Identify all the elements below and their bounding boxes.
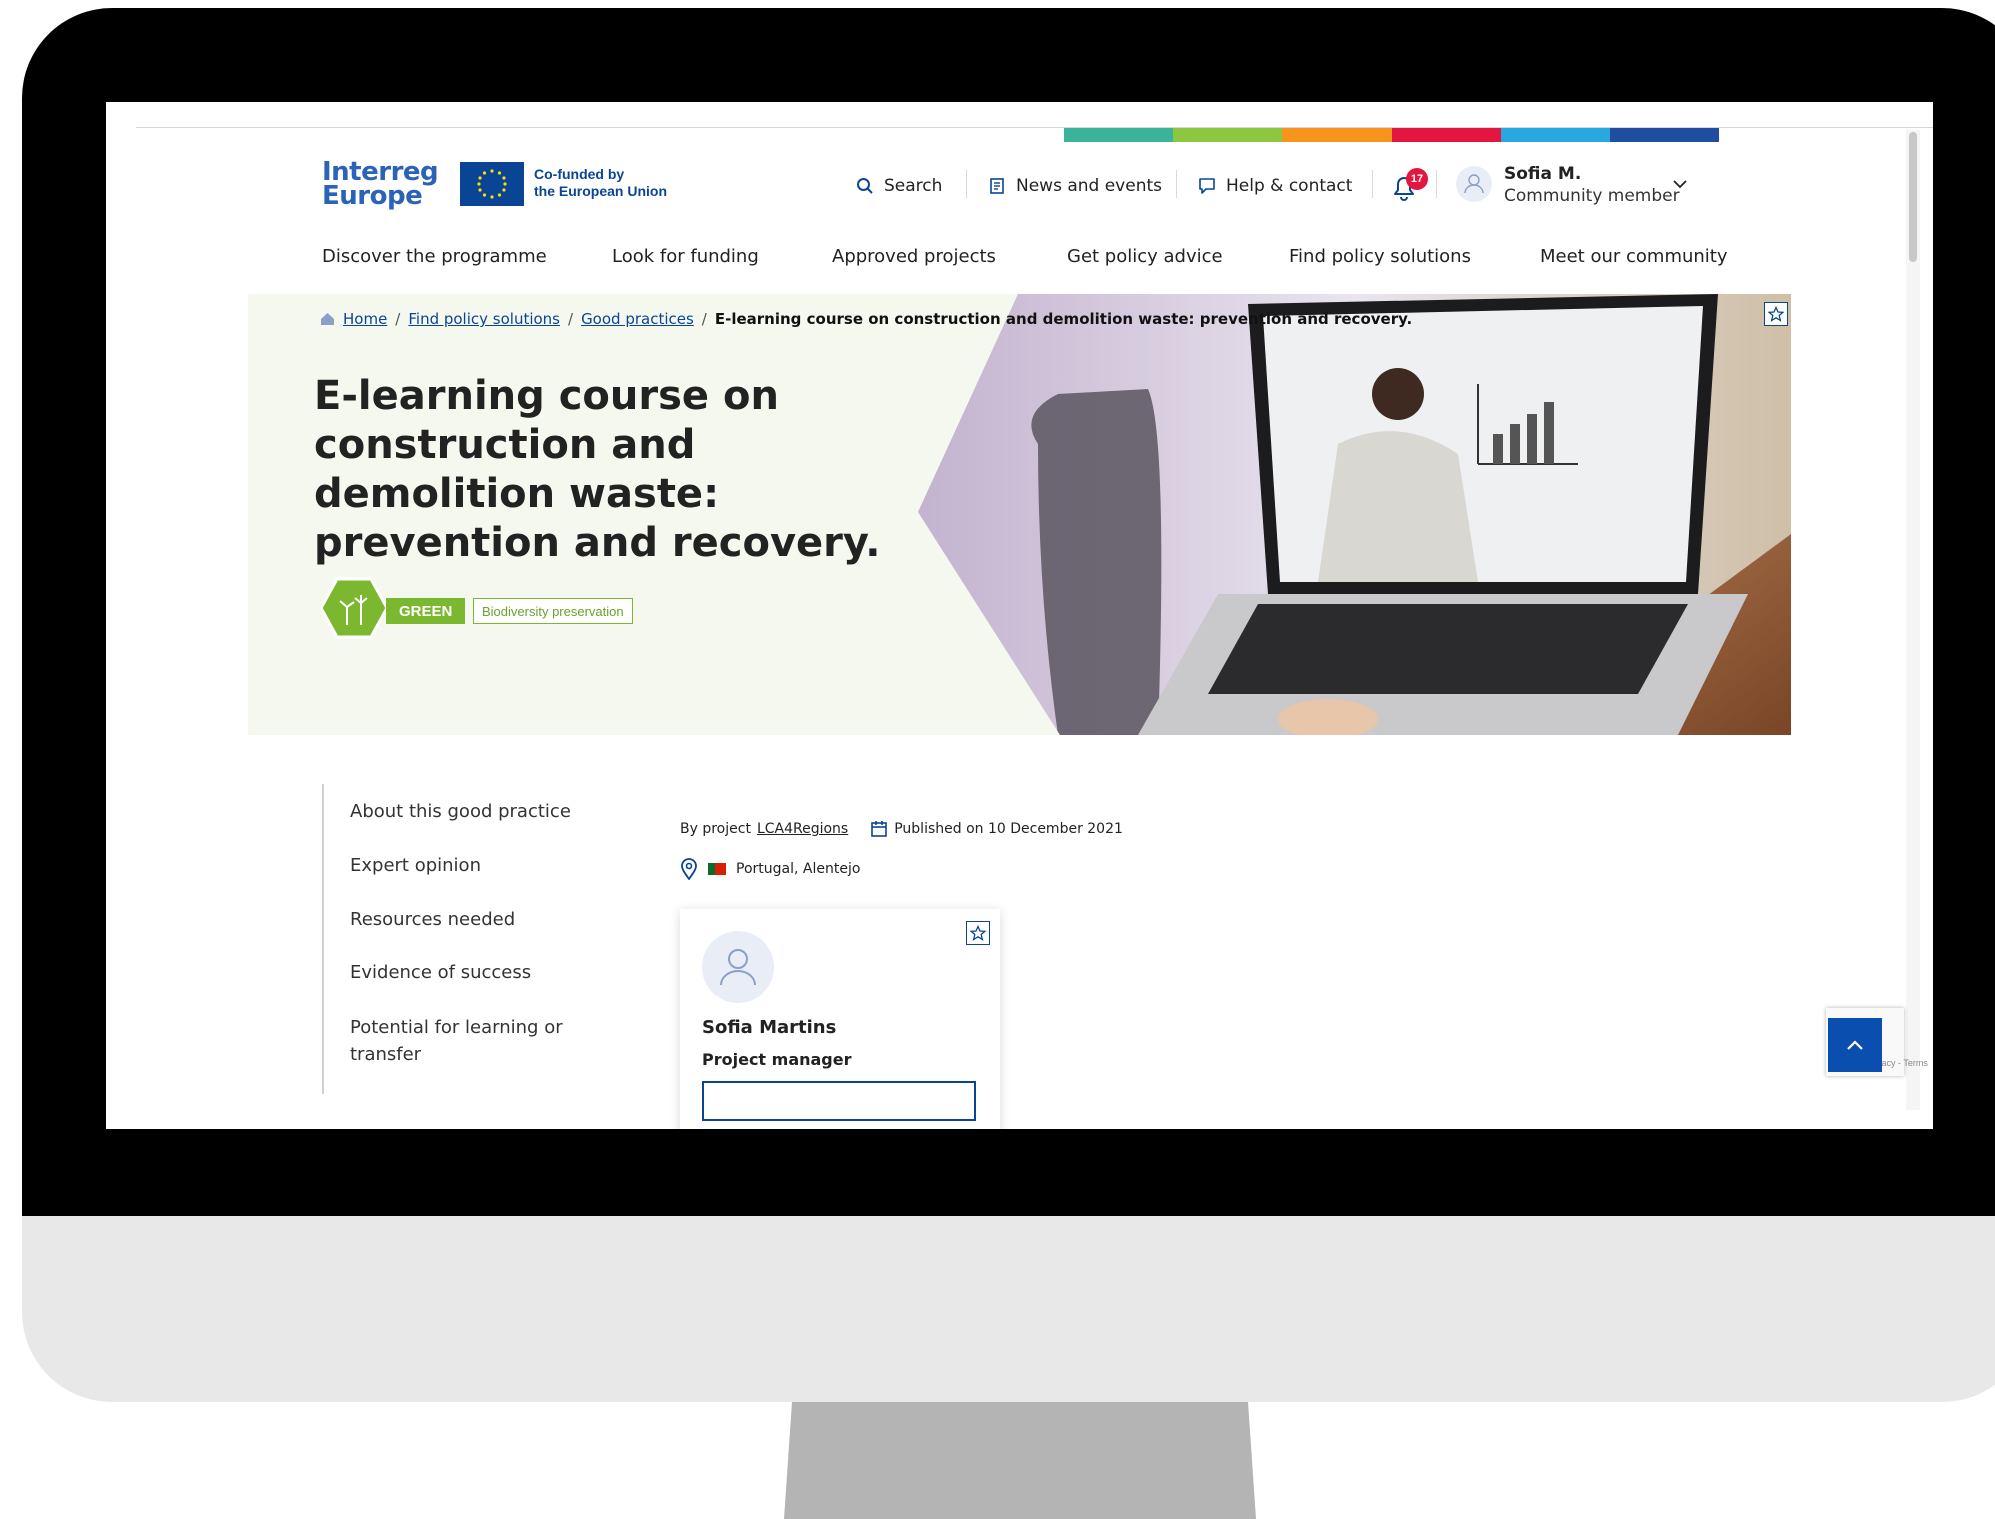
theme-tag[interactable]: GREEN — [386, 598, 466, 624]
scrollbar-thumb[interactable] — [1909, 132, 1917, 262]
contact-avatar — [702, 931, 774, 1003]
news-events-label: News and events — [1016, 176, 1163, 196]
header-separator — [1176, 170, 1177, 198]
contact-role: Project manager — [702, 1050, 852, 1069]
breadcrumb-home[interactable]: Home — [343, 310, 387, 328]
user-name[interactable]: Sofia M. — [1504, 164, 1581, 184]
eu-cofunded-text: Co-funded by the European Union — [534, 166, 694, 200]
header-separator — [1436, 170, 1437, 198]
wind-turbine-icon — [319, 577, 389, 639]
contact-card: Sofia Martins Project manager — [680, 909, 1000, 1129]
practice-meta: By project LCA4Regions Published on 10 D… — [680, 820, 1123, 838]
user-avatar[interactable] — [1456, 166, 1492, 202]
page-section-nav: About this good practice Expert opinion … — [322, 784, 584, 1094]
breadcrumb-separator: / — [568, 310, 574, 328]
by-project-label: By project — [680, 821, 751, 837]
notification-count-badge: 17 — [1406, 168, 1428, 190]
project-link[interactable]: LCA4Regions — [757, 821, 848, 837]
monitor-chin — [22, 1216, 1995, 1402]
monitor-stand — [784, 1402, 1256, 1519]
breadcrumb-good-practices[interactable]: Good practices — [581, 310, 694, 328]
breadcrumb-separator: / — [395, 310, 401, 328]
header-separator — [1372, 170, 1373, 198]
breadcrumb-separator: / — [701, 310, 707, 328]
breadcrumb: Home / Find policy solutions / Good prac… — [320, 310, 1412, 328]
nav-find-policy-solutions[interactable]: Find policy solutions — [1289, 246, 1471, 267]
contact-button[interactable] — [702, 1081, 976, 1121]
portugal-flag-icon — [708, 863, 726, 875]
page-scrollbar[interactable] — [1906, 130, 1920, 1110]
breadcrumb-current: E-learning course on construction and de… — [714, 310, 1413, 328]
user-role: Community member — [1504, 186, 1680, 206]
contact-name: Sofia Martins — [702, 1017, 837, 1038]
published-date: Published on 10 December 2021 — [894, 821, 1123, 837]
sidenav-evidence-of-success[interactable]: Evidence of success — [350, 959, 590, 986]
bookmark-star-icon[interactable] — [1764, 302, 1788, 326]
brand-color-bar — [1064, 128, 1720, 142]
back-to-top-button[interactable] — [1828, 1018, 1882, 1072]
chevron-down-icon[interactable] — [1672, 178, 1688, 190]
topic-tag[interactable]: Biodiversity preservation — [473, 598, 633, 624]
search-button[interactable]: Search — [856, 176, 942, 196]
chevron-up-icon — [1847, 1040, 1863, 1050]
sidenav-about[interactable]: About this good practice — [350, 798, 590, 825]
browser-screen: Interreg Europe Co-funded by the Europea… — [106, 102, 1933, 1129]
map-pin-icon — [681, 858, 697, 880]
help-contact-link[interactable]: Help & contact — [1198, 176, 1352, 196]
nav-discover-programme[interactable]: Discover the programme — [322, 246, 547, 267]
breadcrumb-find-policy-solutions[interactable]: Find policy solutions — [408, 310, 560, 328]
interreg-europe-logo[interactable]: Interreg Europe — [322, 159, 442, 214]
calendar-icon — [871, 821, 888, 837]
bookmark-star-icon[interactable] — [966, 921, 990, 945]
nav-meet-our-community[interactable]: Meet our community — [1540, 246, 1728, 267]
hero-banner: Home / Find policy solutions / Good prac… — [248, 294, 1791, 735]
home-icon — [321, 313, 334, 325]
nav-get-policy-advice[interactable]: Get policy advice — [1067, 246, 1223, 267]
search-label: Search — [884, 176, 943, 196]
sidenav-resources-needed[interactable]: Resources needed — [350, 906, 590, 933]
header-separator — [966, 170, 967, 198]
sidenav-expert-opinion[interactable]: Expert opinion — [350, 852, 590, 879]
nav-approved-projects[interactable]: Approved projects — [832, 246, 996, 267]
sidenav-potential-for-learning[interactable]: Potential for learning or transfer — [350, 1014, 590, 1068]
logo-line-2: Europe — [322, 181, 423, 211]
location-meta: Portugal, Alentejo — [680, 858, 860, 880]
location-text: Portugal, Alentejo — [736, 861, 861, 877]
page-title: E-learning course on construction and de… — [314, 373, 881, 566]
eu-flag-icon — [460, 162, 524, 206]
news-events-link[interactable]: News and events — [988, 176, 1162, 196]
search-icon — [857, 178, 873, 194]
eu-text-line-2: the European Union — [534, 183, 667, 199]
eu-text-line-1: Co-funded by — [534, 166, 625, 182]
newspaper-icon — [990, 178, 1004, 194]
nav-look-for-funding[interactable]: Look for funding — [612, 246, 759, 267]
help-contact-label: Help & contact — [1226, 176, 1353, 196]
hero-photo-laptop — [918, 294, 1791, 735]
chat-bubble-icon — [1199, 178, 1215, 194]
